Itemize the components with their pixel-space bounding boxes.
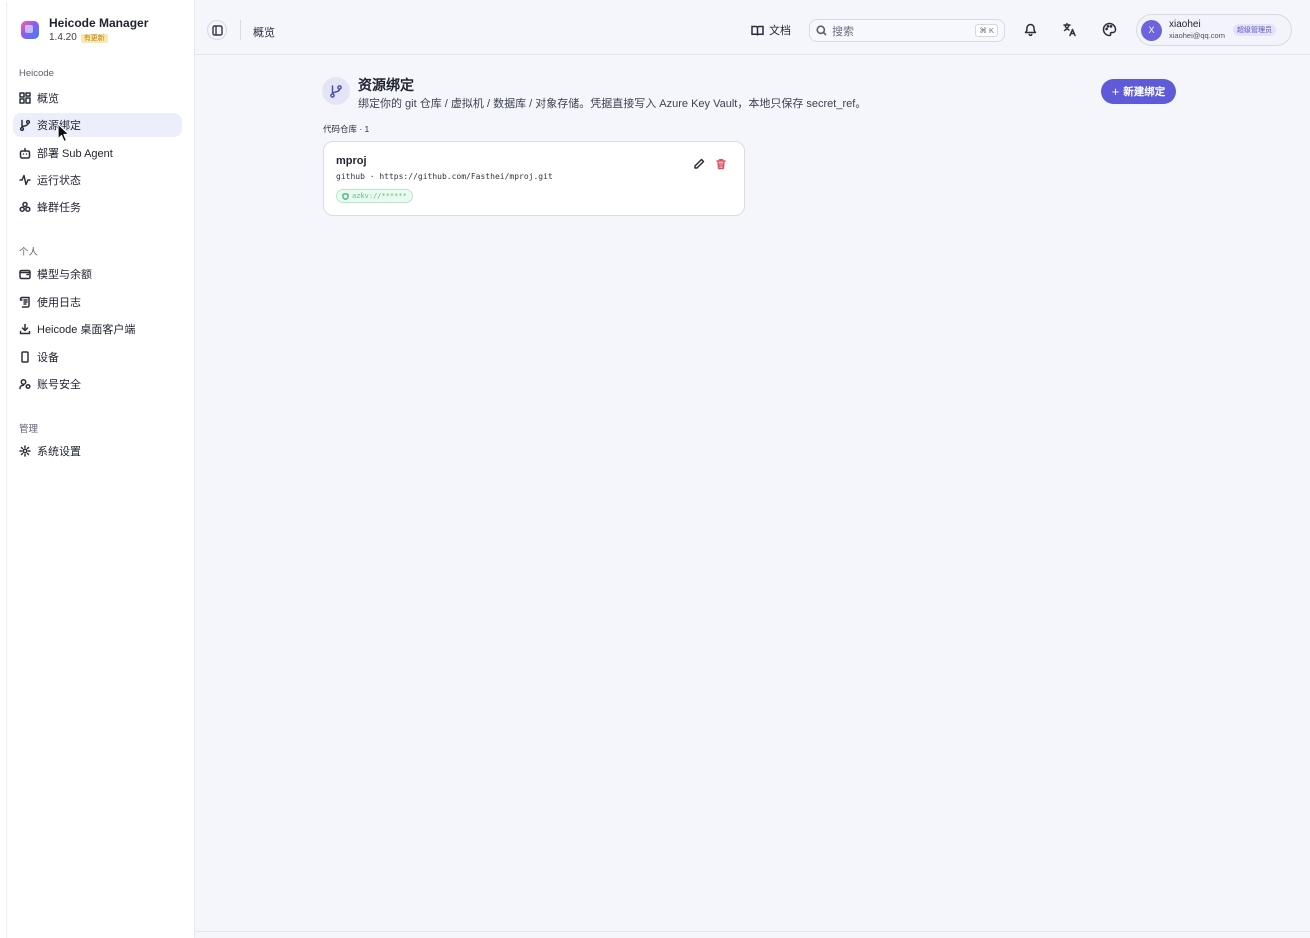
sidebar-item-label: 蜂群任务: [37, 202, 81, 214]
sidebar-item-label: 设备: [37, 352, 59, 364]
trash-icon: [716, 159, 726, 170]
sidebar-item-label: 模型与余额: [37, 269, 92, 281]
user-name: xiaohei: [1169, 19, 1201, 30]
main-bottom-border: [195, 931, 1310, 932]
pencil-icon: [694, 158, 705, 169]
notifications-button[interactable]: [1022, 21, 1038, 37]
sidebar-edge: [6, 2, 7, 938]
sidebar-item-label: 部署 Sub Agent: [37, 148, 113, 160]
binding-name: mproj: [336, 155, 367, 167]
app-name: Heicode Manager: [49, 16, 149, 30]
docs-link[interactable]: 文档: [751, 22, 791, 38]
page-subtitle: 绑定你的 git 仓库 / 虚拟机 / 数据库 / 对象存储。凭据直接写入 Az…: [358, 98, 867, 110]
palette-icon: [1102, 22, 1116, 36]
update-badge: 有更新: [80, 33, 108, 43]
binding-card[interactable]: mproj github · https://github.com/Fasthe…: [323, 141, 745, 216]
breadcrumb[interactable]: 概览: [253, 24, 275, 40]
device-icon: [19, 351, 31, 363]
panel-left-icon: [211, 24, 223, 36]
user-lock-icon: [19, 378, 31, 390]
sidebar-item-desktop-client[interactable]: Heicode 桌面客户端: [13, 317, 182, 341]
sidebar-item-label: Heicode 桌面客户端: [37, 324, 136, 336]
sidebar-item-usage-log[interactable]: 使用日志: [13, 290, 182, 314]
dashboard-icon: [19, 92, 31, 104]
binding-url: github · https://github.com/Fasthei/mpro…: [336, 172, 553, 181]
shield-check-icon: [342, 192, 349, 200]
brand[interactable]: Heicode Manager 1.4.20 有更新: [21, 16, 148, 44]
app-version: 1.4.20: [49, 32, 77, 43]
gear-icon: [19, 445, 31, 457]
sidebar: Heicode Manager 1.4.20 有更新 Heicode 概览 资源…: [0, 0, 195, 938]
scroll-icon: [19, 296, 31, 308]
bell-icon: [1024, 23, 1036, 36]
role-badge: 超级管理员: [1232, 24, 1276, 36]
secret-ref-text: azkv://******: [352, 192, 407, 200]
wallet-icon: [19, 268, 31, 280]
activity-icon: [19, 174, 31, 186]
new-binding-label: 新建绑定: [1123, 86, 1166, 98]
sidebar-item-devices[interactable]: 设备: [13, 345, 182, 369]
sidebar-item-models-balance[interactable]: 模型与余额: [13, 262, 182, 286]
avatar: X: [1141, 19, 1162, 41]
swarm-icon: [19, 201, 31, 213]
delete-button[interactable]: [714, 157, 728, 171]
theme-button[interactable]: [1101, 21, 1117, 37]
sidebar-item-label: 使用日志: [37, 297, 81, 309]
bot-icon: [19, 147, 31, 159]
git-branch-icon: [19, 119, 31, 131]
sidebar-item-account-security[interactable]: 账号安全: [13, 372, 182, 396]
resource-binding-icon: [322, 77, 350, 105]
app-logo-icon: [21, 21, 39, 39]
sidebar-item-label: 系统设置: [37, 446, 81, 458]
search-icon: [816, 25, 827, 36]
search-input[interactable]: 搜索 ⌘ K: [809, 19, 1005, 42]
translate-icon: [1062, 22, 1076, 36]
new-binding-button[interactable]: + 新建绑定: [1101, 79, 1176, 104]
sidebar-item-overview[interactable]: 概览: [13, 86, 182, 110]
user-email: xiaohei@qq.com: [1169, 31, 1225, 40]
sidebar-item-label: 账号安全: [37, 379, 81, 391]
main-area: 概览 文档 搜索 ⌘ K X xiaohei xiaohei@qq.com 超级…: [195, 0, 1310, 938]
book-open-icon: [751, 25, 764, 36]
nav-group-admin: 管理: [19, 424, 39, 435]
edit-button[interactable]: [692, 157, 706, 171]
topbar: 概览 文档 搜索 ⌘ K X xiaohei xiaohei@qq.com 超级…: [195, 0, 1310, 55]
sidebar-item-run-status[interactable]: 运行状态: [13, 168, 182, 192]
docs-label: 文档: [769, 25, 791, 37]
sidebar-item-label: 运行状态: [37, 175, 81, 187]
mouse-cursor-icon: [57, 123, 70, 143]
section-label-repos: 代码仓库 · 1: [323, 124, 370, 134]
plus-icon: +: [1111, 83, 1120, 99]
user-menu[interactable]: X xiaohei xiaohei@qq.com 超级管理员: [1136, 14, 1292, 46]
language-button[interactable]: [1061, 21, 1077, 37]
search-shortcut: ⌘ K: [975, 24, 998, 37]
sidebar-item-resource-binding[interactable]: 资源绑定: [13, 113, 182, 137]
nav-group-heicode: Heicode: [19, 68, 54, 79]
sidebar-toggle-button[interactable]: [207, 20, 227, 40]
page-title: 资源绑定: [358, 77, 414, 93]
sidebar-item-deploy-sub-agent[interactable]: 部署 Sub Agent: [13, 141, 182, 165]
secret-ref-badge: azkv://******: [336, 189, 413, 203]
download-icon: [19, 323, 31, 335]
git-branch-icon: [330, 85, 342, 98]
sidebar-item-swarm-tasks[interactable]: 蜂群任务: [13, 195, 182, 219]
sidebar-item-system-settings[interactable]: 系统设置: [13, 439, 182, 463]
sidebar-item-label: 概览: [37, 93, 59, 105]
nav-group-personal: 个人: [19, 247, 39, 258]
search-placeholder: 搜索: [832, 25, 854, 38]
topbar-divider: [240, 20, 241, 40]
